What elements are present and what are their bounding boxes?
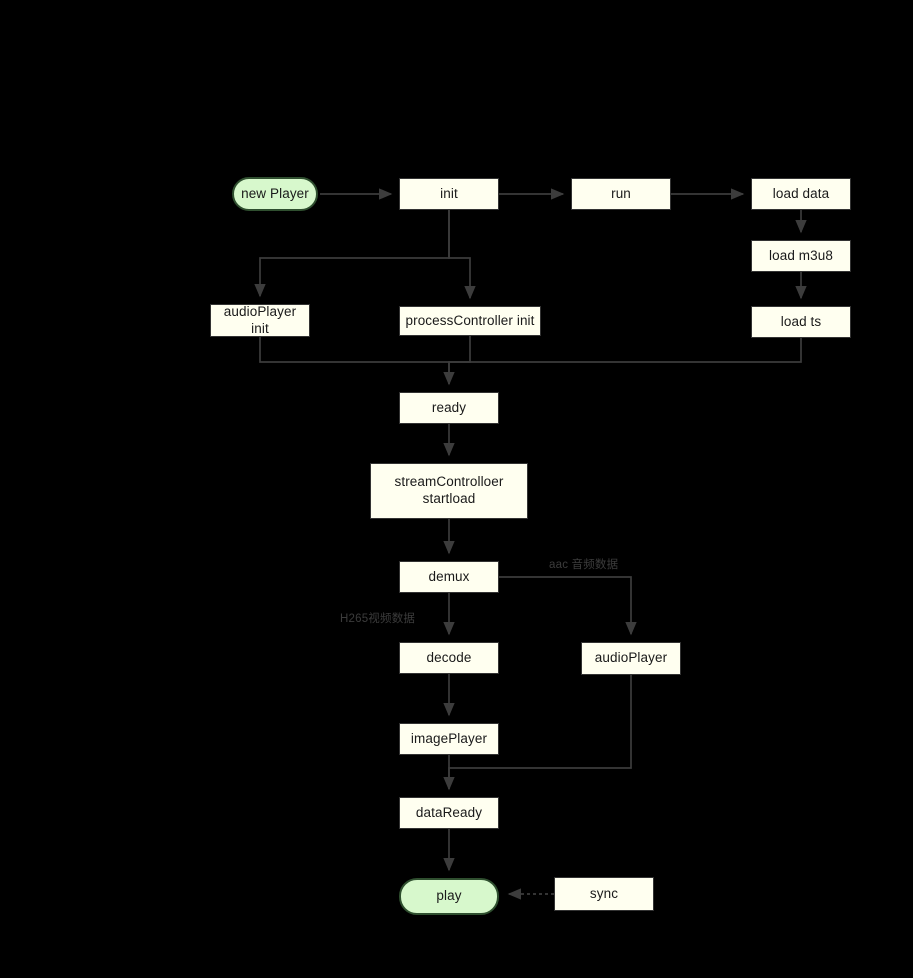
node-sync[interactable]: sync <box>554 877 654 911</box>
node-streamcontrolloer-startload[interactable]: streamControlloer startload <box>370 463 528 519</box>
node-audioplayer-init[interactable]: audioPlayer init <box>210 304 310 337</box>
edge-demux-audioplayer <box>499 576 637 636</box>
node-demux[interactable]: demux <box>399 561 499 593</box>
node-play[interactable]: play <box>399 878 499 915</box>
node-load-m3u8[interactable]: load m3u8 <box>751 240 851 272</box>
edge-loadts-ready <box>449 338 802 363</box>
edge-processctrlinit-ready <box>448 336 471 384</box>
node-new-player[interactable]: new Player <box>232 177 318 211</box>
node-load-data[interactable]: load data <box>751 178 851 210</box>
flowchart-canvas: new Player init run load data load m3u8 … <box>0 0 913 978</box>
edge-label-h265-video: H265视频数据 <box>340 613 416 625</box>
node-init[interactable]: init <box>399 178 499 210</box>
node-processcontroller-init[interactable]: processController init <box>399 306 541 336</box>
node-ready[interactable]: ready <box>399 392 499 424</box>
node-imageplayer[interactable]: imagePlayer <box>399 723 499 755</box>
node-dataready[interactable]: dataReady <box>399 797 499 829</box>
node-run[interactable]: run <box>571 178 671 210</box>
edge-init-processctrlinit <box>448 210 476 300</box>
node-decode[interactable]: decode <box>399 642 499 674</box>
edge-init-audioplayerinit <box>254 210 450 298</box>
edge-audioplayerinit-ready <box>259 337 455 386</box>
node-load-ts[interactable]: load ts <box>751 306 851 338</box>
edge-label-aac-audio: aac 音频数据 <box>549 559 619 571</box>
node-audioplayer[interactable]: audioPlayer <box>581 642 681 675</box>
